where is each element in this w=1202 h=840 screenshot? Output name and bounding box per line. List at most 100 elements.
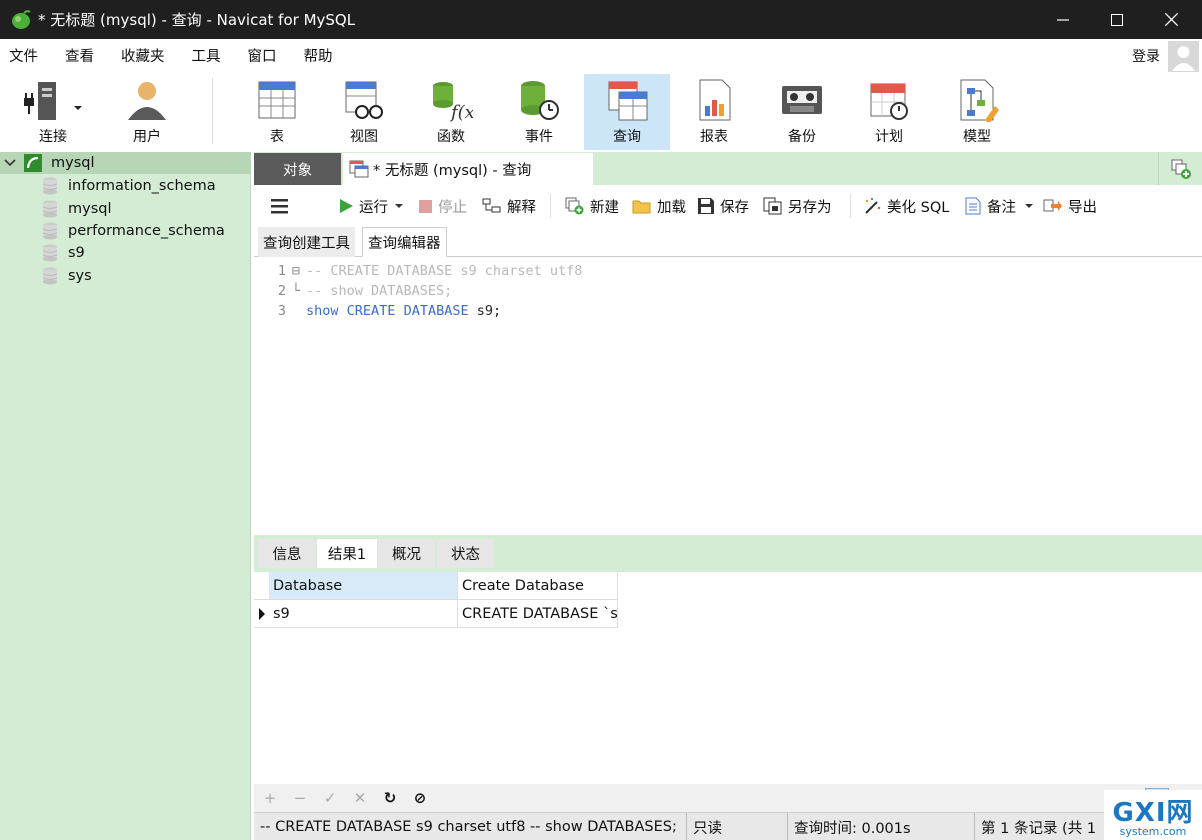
new-button[interactable]: 新建 xyxy=(565,196,619,216)
report-button[interactable]: 报表 xyxy=(671,74,757,150)
table-icon xyxy=(258,81,296,119)
new-query-icon xyxy=(565,197,584,215)
menu-favorites[interactable]: 收藏夹 xyxy=(111,45,182,66)
close-icon xyxy=(1164,13,1178,26)
result-grid: Database Create Database s9 CREATE DATAB… xyxy=(254,572,1202,784)
table-label: 表 xyxy=(270,129,284,145)
tab-status[interactable]: 状态 xyxy=(437,539,494,568)
toolbar-separator xyxy=(212,78,213,144)
schedule-label: 计划 xyxy=(875,129,903,145)
run-label: 运行 xyxy=(359,199,388,216)
chevron-down-icon[interactable] xyxy=(3,156,17,170)
menu-bar: 文件 查看 收藏夹 工具 窗口 帮助 xyxy=(0,39,1202,72)
mysql-connection-icon xyxy=(24,154,42,172)
stop-icon xyxy=(419,199,432,213)
new-tab-button[interactable] xyxy=(1158,152,1202,185)
tab-profile[interactable]: 概况 xyxy=(378,539,435,568)
toolbar-separator xyxy=(850,194,851,218)
result-tabs: 信息 结果1 概况 状态 xyxy=(254,535,1202,572)
run-button[interactable]: 运行 xyxy=(338,196,409,216)
model-diagram-icon xyxy=(960,79,999,122)
save-as-button[interactable]: 另存为 xyxy=(763,196,832,216)
backup-button[interactable]: 备份 xyxy=(759,74,845,150)
save-button[interactable]: 保存 xyxy=(697,196,749,216)
status-query-time: 查询时间: 0.001s xyxy=(788,813,975,840)
sql-editor[interactable]: 1 ⊟ -- CREATE DATABASE s9 charset utf8 2… xyxy=(254,260,1202,535)
database-icon xyxy=(42,200,58,218)
tab-query-builder[interactable]: 查询创建工具 xyxy=(258,227,355,257)
hamburger-menu-button[interactable] xyxy=(270,196,295,216)
tab-objects[interactable]: 对象 xyxy=(254,153,341,185)
document-tab-strip: 对象 * 无标题 (mysql) - 查询 xyxy=(254,152,1202,185)
avatar[interactable] xyxy=(1168,41,1199,72)
tab-result-1[interactable]: 结果1 xyxy=(317,539,377,568)
connection-tree: mysql information_schema mysql performan… xyxy=(0,152,251,840)
tab-info[interactable]: 信息 xyxy=(258,539,316,568)
tree-db-s9[interactable]: s9 xyxy=(42,242,85,264)
table-button[interactable]: 表 xyxy=(234,74,320,150)
add-record-button[interactable]: + xyxy=(260,788,280,808)
function-button[interactable]: f(x) 函数 xyxy=(408,74,494,150)
refresh-button[interactable]: ↻ xyxy=(380,788,400,808)
hamburger-icon xyxy=(271,199,288,214)
model-button[interactable]: 模型 xyxy=(934,74,1020,150)
new-query-plus-icon xyxy=(1171,159,1191,179)
view-button[interactable]: 视图 xyxy=(321,74,407,150)
tree-connection-mysql[interactable]: mysql xyxy=(0,152,251,174)
fold-collapse-icon[interactable]: ⊟ xyxy=(286,263,306,279)
user-button[interactable]: 用户 xyxy=(104,74,190,150)
tab-query-editor[interactable]: 查询编辑器 xyxy=(362,227,447,257)
login-link[interactable]: 登录 xyxy=(1132,46,1160,66)
column-header-database[interactable]: Database xyxy=(269,572,458,600)
database-icon xyxy=(42,177,58,195)
tree-db-information-schema[interactable]: information_schema xyxy=(42,175,216,197)
toolbar-separator xyxy=(550,194,551,218)
new-label: 新建 xyxy=(590,199,619,216)
discard-changes-button[interactable]: ✕ xyxy=(350,788,370,808)
close-button[interactable] xyxy=(1144,0,1198,39)
tab-query[interactable]: * 无标题 (mysql) - 查询 xyxy=(343,153,593,185)
report-label: 报表 xyxy=(700,129,728,145)
table-cell[interactable]: s9 xyxy=(269,600,458,628)
event-label: 事件 xyxy=(525,129,553,145)
stop-button[interactable]: 停止 xyxy=(418,196,467,216)
export-button[interactable]: 导出 xyxy=(1043,196,1097,216)
menu-file[interactable]: 文件 xyxy=(0,45,55,66)
sql-comment: -- CREATE DATABASE s9 charset utf8 xyxy=(306,263,583,279)
maximize-button[interactable] xyxy=(1090,0,1144,39)
database-label: mysql xyxy=(68,201,112,217)
beautify-sql-button[interactable]: 美化 SQL xyxy=(862,196,949,216)
schedule-button[interactable]: 计划 xyxy=(846,74,932,150)
minimize-button[interactable] xyxy=(1036,0,1090,39)
code-line: 1 ⊟ -- CREATE DATABASE s9 charset utf8 xyxy=(254,261,582,281)
menu-tools[interactable]: 工具 xyxy=(182,45,238,66)
column-header-create-database[interactable]: Create Database xyxy=(458,572,618,600)
menu-help[interactable]: 帮助 xyxy=(294,45,350,66)
table-cell[interactable]: CREATE DATABASE `s xyxy=(458,600,618,628)
menu-window[interactable]: 窗口 xyxy=(238,45,294,66)
apply-changes-button[interactable]: ✓ xyxy=(320,788,340,808)
comment-button[interactable]: 备注 xyxy=(964,196,1039,216)
title-bar: * 无标题 (mysql) - 查询 - Navicat for MySQL xyxy=(0,0,1202,39)
cancel-icon: ⊘ xyxy=(413,789,427,807)
explain-button[interactable]: 解释 xyxy=(482,196,536,216)
window-title: * 无标题 (mysql) - 查询 - Navicat for MySQL xyxy=(38,11,356,29)
maximize-icon xyxy=(1111,13,1123,26)
plug-server-icon xyxy=(24,82,82,120)
query-button[interactable]: 查询 xyxy=(584,74,670,150)
magic-wand-icon xyxy=(865,197,881,214)
menu-view[interactable]: 查看 xyxy=(55,45,111,66)
stop-load-button[interactable]: ⊘ xyxy=(410,788,430,808)
explain-icon xyxy=(482,198,501,213)
event-button[interactable]: 事件 xyxy=(496,74,582,150)
user-icon xyxy=(128,82,166,120)
beautify-label: 美化 SQL xyxy=(887,199,950,216)
report-chart-icon xyxy=(699,79,731,121)
tree-db-sys[interactable]: sys xyxy=(42,265,92,287)
tree-db-mysql[interactable]: mysql xyxy=(42,198,112,220)
tree-db-performance-schema[interactable]: performance_schema xyxy=(42,220,225,242)
delete-record-button[interactable]: − xyxy=(290,788,310,808)
user-avatar-icon xyxy=(1172,46,1195,71)
connect-button[interactable]: 连接 xyxy=(10,74,96,150)
load-button[interactable]: 加载 xyxy=(632,196,686,216)
